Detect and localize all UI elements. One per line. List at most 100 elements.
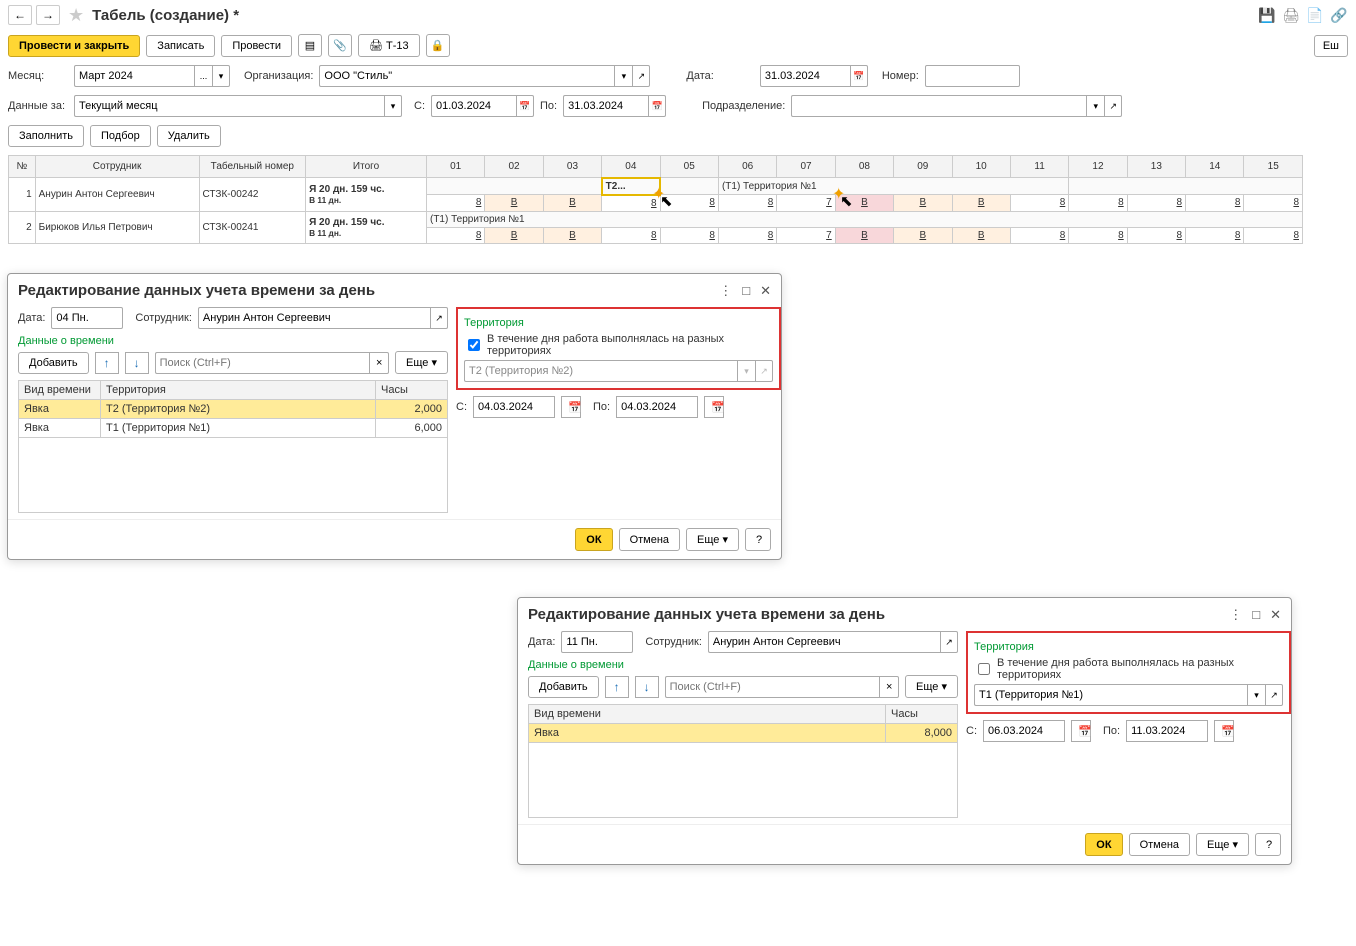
print-t13-button[interactable]: 🖨 Т-13 xyxy=(358,34,420,57)
dlg1-date-input[interactable] xyxy=(51,307,123,329)
dlg1-more-button[interactable]: Еще ▾ xyxy=(395,351,448,374)
day-cell[interactable]: В xyxy=(485,227,543,243)
dlg1-emp-open-button[interactable]: ↗ xyxy=(430,307,448,329)
delete-button[interactable]: Удалить xyxy=(157,125,221,147)
calendar-icon[interactable]: 📅 xyxy=(1214,720,1234,742)
day-cell[interactable]: В xyxy=(835,195,893,212)
day-cell[interactable]: 8 xyxy=(718,195,776,212)
dlg2-ok-button[interactable]: ОК xyxy=(1085,833,1122,856)
dlg2-add-button[interactable]: Добавить xyxy=(528,676,599,698)
dlg2-emp-input[interactable] xyxy=(708,631,940,653)
territory-dd-button[interactable]: ▾ xyxy=(1247,684,1265,706)
day-cell[interactable]: 8 xyxy=(660,227,718,243)
day-cell[interactable]: 8 xyxy=(1010,195,1068,212)
day-cell[interactable]: 8 xyxy=(660,195,718,212)
move-up-button[interactable]: ↑ xyxy=(605,676,629,698)
multi-territory-checkbox-input[interactable] xyxy=(468,339,480,351)
multi-territory-checkbox[interactable]: В течение дня работа выполнялась на разн… xyxy=(464,333,773,357)
day-cell[interactable]: В xyxy=(952,227,1010,243)
save-button[interactable]: Записать xyxy=(146,35,215,57)
date-input[interactable] xyxy=(760,65,850,87)
month-input[interactable] xyxy=(74,65,194,87)
time-row[interactable]: Явка Т2 (Территория №2) 2,000 xyxy=(19,400,448,419)
clear-search-button[interactable]: × xyxy=(369,352,389,374)
from-calendar-button[interactable]: 📅 xyxy=(516,95,534,117)
kebab-icon[interactable]: ⋮ xyxy=(719,283,732,299)
to-input[interactable] xyxy=(563,95,648,117)
dlg2-more-button[interactable]: Еще ▾ xyxy=(905,675,958,698)
report-icon[interactable]: 📄 xyxy=(1306,6,1324,24)
save-icon[interactable]: 💾 xyxy=(1258,6,1276,24)
territory-open-button[interactable]: ↗ xyxy=(1265,684,1283,706)
dlg2-cancel-button[interactable]: Отмена xyxy=(1129,833,1190,856)
day-cell[interactable]: 7 xyxy=(777,195,835,212)
more-top-button[interactable]: Еш xyxy=(1314,35,1348,57)
division-dropdown-button[interactable]: ▾ xyxy=(1086,95,1104,117)
month-dropdown-button[interactable]: ▾ xyxy=(212,65,230,87)
day-cell[interactable]: 7 xyxy=(777,227,835,243)
dlg1-to-input[interactable] xyxy=(616,396,698,418)
close-icon[interactable]: ✕ xyxy=(1270,607,1281,623)
day-cell[interactable]: 8 xyxy=(426,227,484,243)
maximize-icon[interactable]: □ xyxy=(742,283,750,299)
dlg2-from-input[interactable] xyxy=(983,720,1065,742)
org-dropdown-button[interactable]: ▾ xyxy=(614,65,632,87)
favorite-star-icon[interactable]: ★ xyxy=(68,5,84,26)
org-open-button[interactable]: ↗ xyxy=(632,65,650,87)
dlg1-add-button[interactable]: Добавить xyxy=(18,352,89,374)
day-cell[interactable]: В xyxy=(485,195,543,212)
number-input[interactable] xyxy=(925,65,1020,87)
dlg2-to-input[interactable] xyxy=(1126,720,1208,742)
time-table[interactable]: Вид времени Часы Явка 8,000 xyxy=(528,704,958,818)
day-cell[interactable]: 8 xyxy=(1127,195,1185,212)
day-cell[interactable]: 8 xyxy=(1127,227,1185,243)
dlg1-from-input[interactable] xyxy=(473,396,555,418)
timesheet-table[interactable]: № Сотрудник Табельный номер Итого 01 02 … xyxy=(8,155,1303,244)
from-input[interactable] xyxy=(431,95,516,117)
post-button[interactable]: Провести xyxy=(221,35,292,57)
dlg1-ok-button[interactable]: ОК xyxy=(575,528,612,551)
day-cell[interactable]: В xyxy=(835,227,893,243)
print-icon[interactable]: 🖨 xyxy=(1282,6,1300,24)
data-for-dropdown-button[interactable]: ▾ xyxy=(384,95,402,117)
date-calendar-button[interactable]: 📅 xyxy=(850,65,868,87)
kebab-icon[interactable]: ⋮ xyxy=(1229,607,1242,623)
day-cell[interactable]: В xyxy=(952,195,1010,212)
help-button[interactable]: ? xyxy=(745,528,771,551)
dlg2-more-foot-button[interactable]: Еще ▾ xyxy=(1196,833,1249,856)
territory-span[interactable]: (Т1) Территория №1 xyxy=(718,178,1068,195)
employee-cell[interactable]: Бирюков Илья Петрович xyxy=(35,211,199,243)
nav-forward-button[interactable]: → xyxy=(36,5,60,25)
day-cell[interactable]: В xyxy=(543,195,601,212)
employee-cell[interactable]: Анурин Антон Сергеевич xyxy=(35,178,199,212)
post-and-close-button[interactable]: Провести и закрыть xyxy=(8,35,140,57)
day-cell[interactable]: 8 xyxy=(1244,195,1303,212)
multi-territory-checkbox[interactable]: В течение дня работа выполнялась на разн… xyxy=(974,657,1283,681)
link-icon[interactable]: 🔗 xyxy=(1330,6,1348,24)
dlg2-territory-field[interactable] xyxy=(974,684,1247,706)
pick-button[interactable]: Подбор xyxy=(90,125,151,147)
nav-back-button[interactable]: ← xyxy=(8,5,32,25)
move-down-button[interactable]: ↓ xyxy=(635,676,659,698)
day-cell[interactable]: 8 xyxy=(1069,227,1127,243)
day-cell[interactable]: В xyxy=(894,227,952,243)
day-cell[interactable]: 8 xyxy=(718,227,776,243)
day-cell[interactable]: 8 xyxy=(1186,195,1244,212)
division-open-button[interactable]: ↗ xyxy=(1104,95,1122,117)
calendar-icon[interactable]: 📅 xyxy=(704,396,724,418)
structure-icon[interactable]: ▤ xyxy=(298,34,322,57)
dlg2-search-input[interactable] xyxy=(665,676,879,698)
attach-icon[interactable]: 📎 xyxy=(328,34,352,57)
day-cell[interactable]: 8 xyxy=(1186,227,1244,243)
to-calendar-button[interactable]: 📅 xyxy=(648,95,666,117)
day-cell[interactable]: 8 xyxy=(602,227,660,243)
close-icon[interactable]: ✕ xyxy=(760,283,771,299)
day-cell[interactable]: В xyxy=(894,195,952,212)
dlg1-emp-input[interactable] xyxy=(198,307,430,329)
division-input[interactable] xyxy=(791,95,1086,117)
day-cell[interactable]: В xyxy=(543,227,601,243)
time-table[interactable]: Вид времени Территория Часы Явка Т2 (Тер… xyxy=(18,380,448,513)
time-row[interactable]: Явка Т1 (Территория №1) 6,000 xyxy=(19,419,448,438)
dlg2-emp-open-button[interactable]: ↗ xyxy=(940,631,958,653)
dlg2-date-input[interactable] xyxy=(561,631,633,653)
